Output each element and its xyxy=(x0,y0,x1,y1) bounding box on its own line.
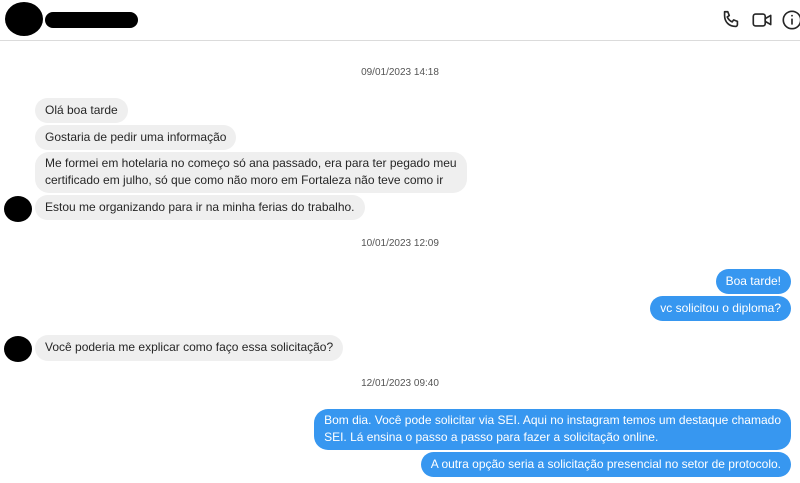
timestamp: 12/01/2023 09:40 xyxy=(361,378,439,389)
message-text: Você poderia me explicar como faço essa … xyxy=(45,340,334,354)
message-text: Boa tarde! xyxy=(725,274,781,288)
sender-avatar[interactable] xyxy=(4,336,32,362)
timestamp: 09/01/2023 14:18 xyxy=(361,67,439,78)
message-incoming[interactable]: Olá boa tarde xyxy=(35,98,128,123)
message-outgoing[interactable]: Boa tarde! xyxy=(715,269,791,294)
message-text-line: certificado em julho, só que como não mo… xyxy=(45,173,444,187)
message-text: A outra opção seria a solicitação presen… xyxy=(430,457,781,471)
chat-header xyxy=(0,0,800,41)
message-outgoing[interactable]: Bom dia. Você pode solicitar via SEI. Aq… xyxy=(314,409,791,450)
message-incoming[interactable]: Você poderia me explicar como faço essa … xyxy=(35,335,344,361)
message-outgoing[interactable]: A outra opção seria a solicitação presen… xyxy=(420,452,791,477)
info-icon[interactable] xyxy=(781,9,800,31)
message-incoming[interactable]: Gostaria de pedir uma informação xyxy=(35,125,237,150)
message-text: vc solicitou o diploma? xyxy=(660,301,781,315)
message-text: Olá boa tarde xyxy=(45,103,118,117)
video-icon[interactable] xyxy=(751,9,773,31)
timestamp: 10/01/2023 12:09 xyxy=(361,238,439,249)
phone-icon[interactable] xyxy=(720,9,742,31)
message-text-line: Me formei em hotelaria no começo só ana … xyxy=(45,156,457,170)
message-outgoing[interactable]: vc solicitou o diploma? xyxy=(650,296,791,321)
message-incoming[interactable]: Me formei em hotelaria no começo só ana … xyxy=(35,152,467,193)
message-text-line: SEI. Lá ensina o passo a passo para faze… xyxy=(324,430,659,444)
contact-avatar[interactable] xyxy=(5,2,43,36)
message-text: Gostaria de pedir uma informação xyxy=(45,130,227,144)
message-text: Estou me organizando para ir na minha fe… xyxy=(45,200,355,214)
message-text-line: Bom dia. Você pode solicitar via SEI. Aq… xyxy=(324,413,781,427)
message-incoming[interactable]: Estou me organizando para ir na minha fe… xyxy=(35,195,365,220)
contact-name[interactable] xyxy=(45,12,138,28)
sender-avatar[interactable] xyxy=(4,196,32,222)
